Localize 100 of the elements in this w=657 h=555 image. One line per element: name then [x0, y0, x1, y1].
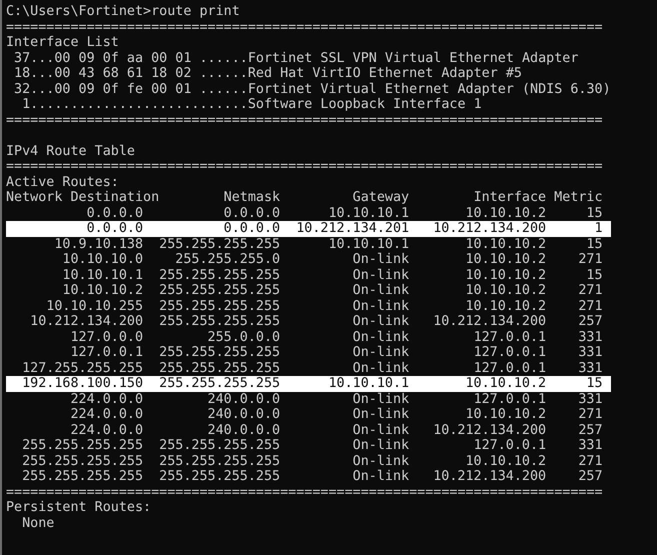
table-cell: On-link	[352, 314, 410, 330]
interface-entry: 1...........................Software Loopback Interface 1	[21, 97, 482, 112]
table-cell: 10.10.10.2	[466, 454, 546, 469]
table-cell: 10.212.134.200	[30, 314, 144, 330]
table-cell: 0.0.0.0	[224, 206, 280, 221]
table-cell: 255.255.255.0	[175, 252, 280, 268]
table-cell: On-link	[352, 407, 410, 422]
section-title: Interface List	[6, 35, 119, 50]
table-cell: 224.0.0.0	[70, 422, 144, 438]
table-cell: 255.255.255.255	[159, 345, 280, 360]
column-header: Interface	[474, 190, 546, 206]
section-title: Active Routes:	[6, 174, 119, 190]
column-header: Metric	[554, 190, 603, 206]
table-cell: 10.10.10.2	[466, 298, 546, 314]
table-cell: 10.9.10.138	[54, 236, 144, 252]
table-cell: 10.212.134.200	[433, 314, 546, 330]
table-cell: 240.0.0.0	[208, 407, 280, 422]
table-cell: 10.10.10.2	[466, 268, 546, 283]
table-cell: 255.255.255.255	[22, 454, 144, 469]
section-title: IPv4 Route Table	[6, 144, 135, 159]
table-cell: 255.255.255.255	[159, 469, 280, 484]
interface-entry: 37...00 09 0f aa 00 01 ......Fortinet SSL VPN Virtual Ethernet Adapter	[13, 50, 578, 66]
table-cell: 10.10.10.2	[466, 376, 546, 392]
table-cell: On-link	[352, 392, 410, 407]
separator-line: ==========================================================================	[6, 20, 603, 35]
table-cell: 255.255.255.255	[159, 360, 280, 376]
table-cell: 10.10.10.2	[466, 283, 546, 298]
persistent-route-value: None	[22, 516, 54, 531]
separator-line: ==========================================================================	[6, 112, 603, 128]
table-cell: 0.0.0.0	[224, 221, 280, 236]
table-cell: 10.212.134.200	[433, 422, 546, 438]
table-cell: On-link	[352, 298, 410, 314]
table-cell: On-link	[352, 268, 410, 283]
table-cell: 257	[578, 422, 603, 438]
separator-line: ==========================================================================	[6, 159, 603, 174]
table-cell: 15	[586, 268, 603, 283]
table-cell: 255.255.255.255	[159, 283, 280, 298]
section-title: Persistent Routes:	[6, 500, 152, 516]
table-cell: 127.0.0.0	[70, 330, 144, 345]
table-cell: 10.10.10.2	[466, 236, 546, 252]
table-cell: 10.10.10.2	[466, 407, 546, 422]
table-cell: 0.0.0.0	[86, 206, 144, 221]
table-cell: 10.10.10.1	[328, 236, 410, 252]
table-cell: 331	[578, 330, 603, 345]
table-cell: 257	[578, 469, 603, 484]
table-cell: 10.10.10.1	[62, 268, 144, 283]
table-cell: 10.212.134.200	[433, 221, 546, 236]
table-cell: 240.0.0.0	[208, 392, 280, 407]
table-cell: 127.0.0.1	[474, 392, 546, 407]
column-header: Netmask	[224, 190, 280, 206]
table-cell: 1	[594, 221, 603, 236]
table-cell: 127.0.0.1	[474, 330, 546, 345]
interface-entry: 32...00 09 0f fe 00 01 ......Fortinet Virtual Ethernet Adapter (NDIS 6.30)	[13, 82, 611, 97]
table-cell: 10.10.10.2	[62, 283, 144, 298]
table-cell: 331	[578, 360, 603, 376]
table-cell: 15	[586, 206, 603, 221]
column-header: Network Destination	[6, 190, 160, 206]
column-header: Gateway	[352, 190, 410, 206]
table-cell: 257	[578, 314, 603, 330]
table-cell: On-link	[352, 330, 410, 345]
table-cell: 255.255.255.255	[159, 376, 280, 392]
table-cell: 10.10.10.1	[328, 206, 410, 221]
table-cell: 10.212.134.200	[433, 469, 546, 484]
table-cell: On-link	[352, 360, 410, 376]
table-cell: 271	[578, 407, 603, 422]
table-cell: On-link	[352, 438, 410, 454]
interface-entry: 18...00 43 68 61 18 02 ......Red Hat VirtIO Ethernet Adapter #5	[13, 66, 522, 82]
table-cell: 255.255.255.255	[159, 438, 280, 454]
table-cell: 224.0.0.0	[70, 407, 144, 422]
separator-line: ==========================================================================	[6, 484, 603, 500]
table-cell: 255.255.255.255	[159, 454, 280, 469]
table-cell: 10.10.10.1	[328, 376, 410, 392]
table-cell: 10.212.134.201	[296, 221, 410, 236]
table-cell: 224.0.0.0	[70, 392, 144, 407]
table-cell: On-link	[352, 283, 410, 298]
command-prompt: C:\Users\Fortinet>route print	[6, 4, 240, 20]
table-cell: 331	[578, 345, 603, 360]
table-cell: 10.10.10.2	[466, 206, 546, 221]
table-cell: 271	[578, 283, 603, 298]
table-cell: 255.255.255.255	[22, 438, 144, 454]
table-cell: 271	[578, 298, 603, 314]
table-cell: On-link	[352, 454, 410, 469]
table-cell: 15	[586, 376, 603, 392]
table-cell: 331	[578, 392, 603, 407]
table-cell: 331	[578, 438, 603, 454]
table-cell: On-link	[352, 469, 410, 484]
table-cell: 10.10.10.2	[466, 252, 546, 268]
table-cell: 255.255.255.255	[159, 298, 280, 314]
table-cell: 255.255.255.255	[159, 236, 280, 252]
table-cell: 271	[578, 252, 603, 268]
table-cell: On-link	[352, 422, 410, 438]
table-cell: 127.255.255.255	[22, 360, 144, 376]
table-cell: 10.10.10.0	[62, 252, 144, 268]
table-cell: 271	[578, 454, 603, 469]
table-cell: 15	[586, 236, 603, 252]
table-cell: 127.0.0.1	[474, 360, 546, 376]
table-cell: 127.0.0.1	[70, 345, 144, 360]
table-cell: On-link	[352, 252, 410, 268]
table-cell: On-link	[352, 345, 410, 360]
table-cell: 255.255.255.255	[159, 314, 280, 330]
